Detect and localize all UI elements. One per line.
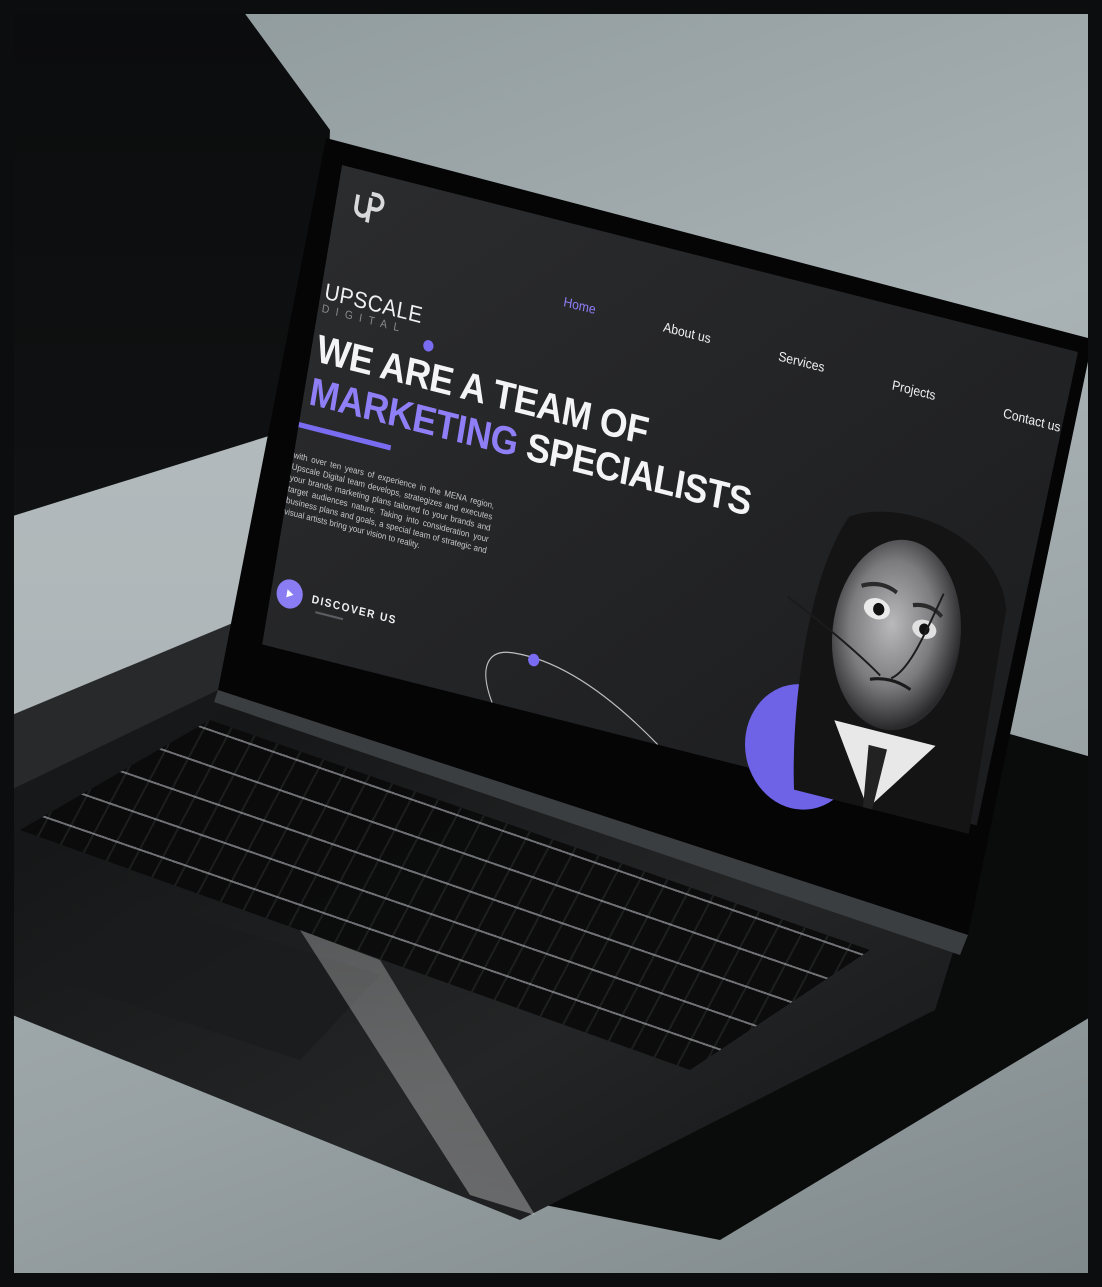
photo-scene: UPSCALE DIGITAL Home About us Services P… <box>0 0 1102 1287</box>
